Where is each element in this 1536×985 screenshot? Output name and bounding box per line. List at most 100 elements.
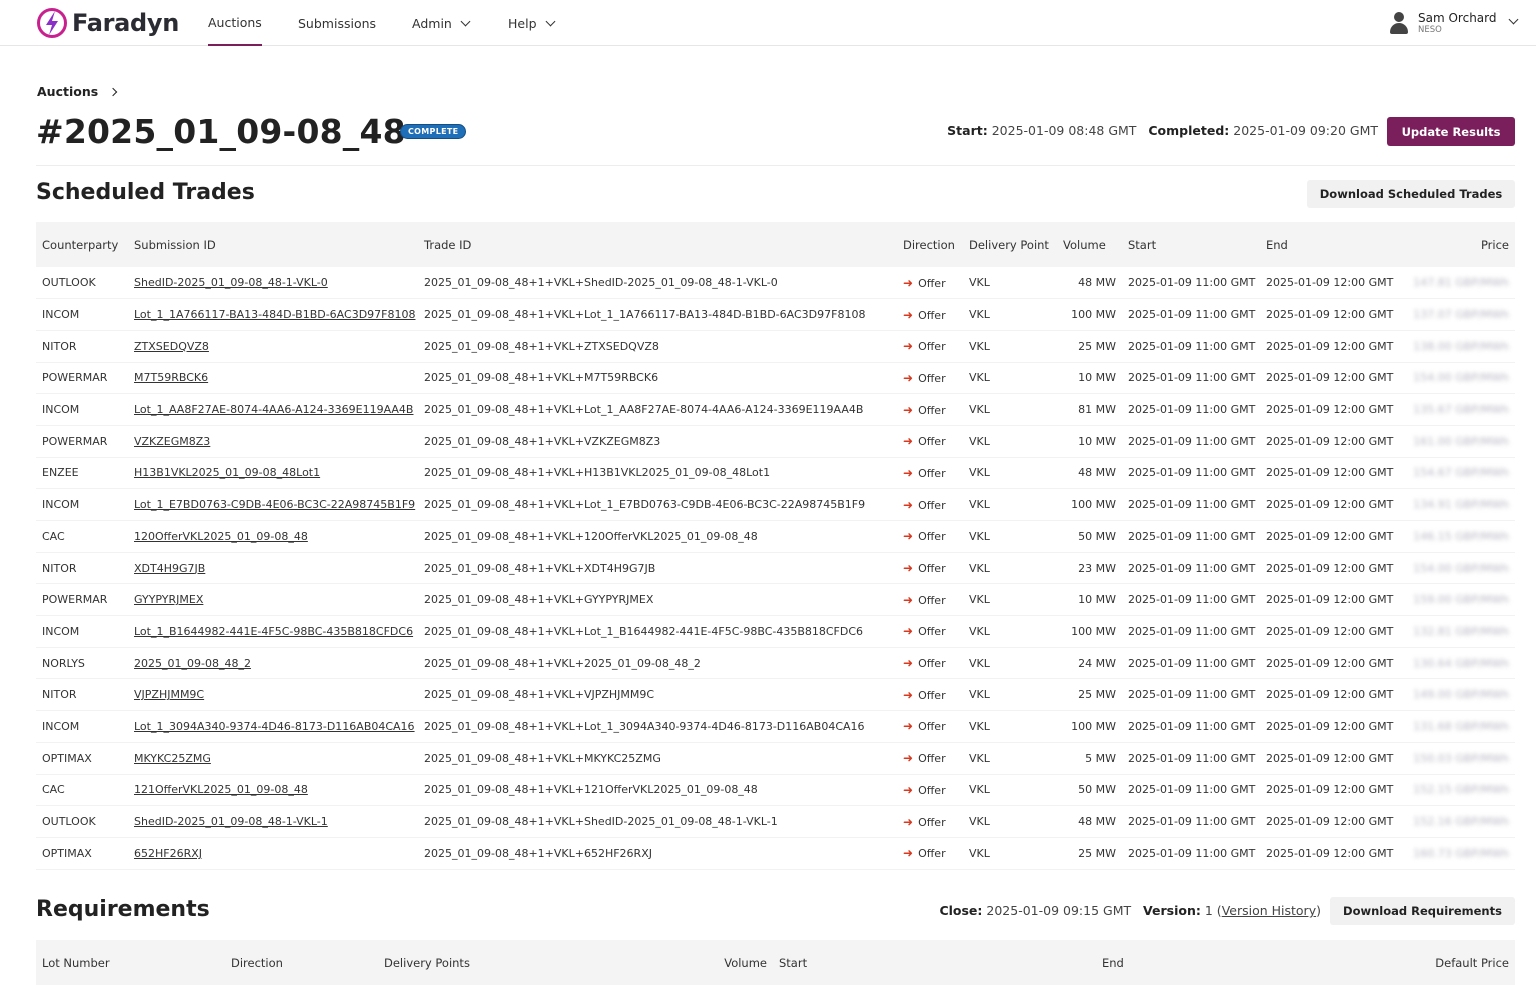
counterparty-cell: CAC — [42, 529, 65, 543]
submission-id-link[interactable]: Lot_1_1A766117-BA13-484D-B1BD-6AC3D97F81… — [134, 308, 415, 321]
nav-help[interactable]: Help — [508, 0, 555, 46]
page-title: #2025_01_09-08_48 — [36, 112, 406, 151]
direction-cell: ➜ Offer — [897, 299, 963, 331]
submission-id-link[interactable]: 652HF26RXJ — [134, 847, 202, 860]
submission-id-link[interactable]: ShedID-2025_01_09-08_48-1-VKL-1 — [134, 815, 328, 828]
submission-id-cell: ZTXSEDQVZ8 — [128, 330, 418, 362]
table-row: INCOM Lot_1_1A766117-BA13-484D-B1BD-6AC3D… — [36, 299, 1515, 331]
trade-id-cell: 2025_01_09-08_48+1+VKL+120OfferVKL2025_0… — [424, 529, 758, 543]
arrow-right-icon: ➜ — [903, 719, 914, 734]
submission-id-link[interactable]: GYYPYRJMEX — [134, 593, 203, 606]
nav-submissions[interactable]: Submissions — [298, 0, 376, 46]
arrow-right-icon: ➜ — [903, 782, 914, 797]
submission-id-link[interactable]: 121OfferVKL2025_01_09-08_48 — [134, 783, 308, 796]
submission-id-link[interactable]: 2025_01_09-08_48_2 — [134, 657, 251, 670]
volume-cell: 48 MW — [1078, 815, 1116, 829]
column-header[interactable]: Delivery Point — [963, 222, 1057, 267]
start-cell: 2025-01-09 11:00 GMT — [1128, 403, 1256, 417]
column-header[interactable]: Start — [1122, 222, 1260, 267]
nav-help-label: Help — [508, 15, 537, 31]
submission-id-link[interactable]: VJPZHJMM9C — [134, 688, 204, 701]
table-row: INCOM Lot_1_E7BD0763-C9DB-4E06-BC3C-22A98… — [36, 489, 1515, 521]
column-header[interactable]: End — [1096, 940, 1386, 985]
nav-auctions[interactable]: Auctions — [208, 0, 262, 46]
column-header[interactable]: End — [1260, 222, 1400, 267]
table-row: OUTLOOK ShedID-2025_01_09-08_48-1-VKL-0 20… — [36, 267, 1515, 299]
column-header[interactable]: Lot Number — [36, 940, 225, 985]
table-row: POWERMAR VZKZEGM8Z3 2025_01_09-08_48+1+VKL… — [36, 425, 1515, 458]
app-logo[interactable]: Faradyn — [36, 7, 179, 39]
price-value: 152.15 GBP/MWh — [1413, 783, 1509, 797]
table-row: INCOM Lot_1_B1644982-441E-4F5C-98BC-435B8… — [36, 616, 1515, 648]
status-badge: COMPLETE — [400, 124, 467, 139]
submission-id-link[interactable]: XDT4H9G7JB — [134, 562, 205, 575]
start-cell: 2025-01-09 11:00 GMT — [1128, 529, 1256, 543]
version-value: 1 — [1204, 903, 1213, 918]
column-header[interactable]: Volume — [1057, 222, 1122, 267]
column-header[interactable]: Delivery Points — [378, 940, 708, 985]
submission-id-link[interactable]: M7T59RBCK6 — [134, 371, 208, 384]
volume-cell: 24 MW — [1078, 656, 1116, 670]
volume-cell: 48 MW — [1078, 276, 1116, 290]
submission-id-cell: Lot_1_B1644982-441E-4F5C-98BC-435B818CFD… — [128, 616, 418, 648]
price-cell: 159.00 GBP/MWh — [1400, 584, 1515, 616]
column-header[interactable]: Price — [1400, 222, 1515, 267]
column-header[interactable]: Counterparty — [36, 222, 128, 267]
price-value: 146.15 GBP/MWh — [1413, 529, 1509, 543]
nav-admin[interactable]: Admin — [412, 0, 471, 46]
direction-cell: ➜ Offer — [897, 616, 963, 648]
end-cell: 2025-01-09 12:00 GMT — [1266, 434, 1394, 448]
price-value: 159.00 GBP/MWh — [1413, 593, 1509, 607]
direction-cell: ➜ Offer — [897, 489, 963, 521]
arrow-right-icon: ➜ — [903, 592, 914, 607]
arrow-right-icon: ➜ — [903, 497, 914, 512]
submission-id-link[interactable]: Lot_1_B1644982-441E-4F5C-98BC-435B818CFD… — [134, 625, 413, 638]
submission-id-link[interactable]: 120OfferVKL2025_01_09-08_48 — [134, 530, 308, 543]
delivery-point-cell: VKL — [969, 624, 990, 638]
download-requirements-button[interactable]: Download Requirements — [1330, 897, 1515, 925]
submission-id-link[interactable]: VZKZEGM8Z3 — [134, 435, 210, 448]
counterparty-cell: INCOM — [42, 719, 80, 733]
trade-id-cell: 2025_01_09-08_48+1+VKL+ZTXSEDQVZ8 — [424, 339, 659, 353]
nav-submissions-label: Submissions — [298, 15, 377, 31]
download-scheduled-trades-button[interactable]: Download Scheduled Trades — [1307, 180, 1515, 208]
scheduled-trades-title: Scheduled Trades — [36, 180, 255, 205]
direction-label: Offer — [918, 720, 946, 734]
column-header[interactable]: Volume — [708, 940, 773, 985]
trade-id-cell: 2025_01_09-08_48+1+VKL+M7T59RBCK6 — [424, 371, 659, 385]
column-header[interactable]: Direction — [897, 222, 963, 267]
arrow-right-icon: ➜ — [903, 434, 914, 449]
column-header[interactable]: Trade ID — [418, 222, 897, 267]
submission-id-link[interactable]: Lot_1_AA8F27AE-8074-4AA6-A124-3369E119AA… — [134, 403, 413, 416]
start-cell: 2025-01-09 11:00 GMT — [1128, 308, 1256, 322]
column-header[interactable]: Direction — [225, 940, 378, 985]
volume-cell: 100 MW — [1071, 624, 1116, 638]
table-row: POWERMAR GYYPYRJMEX 2025_01_09-08_48+1+VKL… — [36, 584, 1515, 616]
direction-cell: ➜ Offer — [897, 679, 963, 711]
breadcrumb-auctions-link[interactable]: Auctions — [37, 84, 98, 99]
direction-label: Offer — [918, 815, 946, 829]
start-cell: 2025-01-09 11:00 GMT — [1128, 688, 1256, 702]
submission-id-link[interactable]: ZTXSEDQVZ8 — [134, 340, 209, 353]
price-cell: 150.03 GBP/MWh — [1400, 742, 1515, 774]
column-header[interactable]: Submission ID — [128, 222, 418, 267]
delivery-point-cell: VKL — [969, 434, 990, 448]
column-header[interactable]: Default Price — [1386, 940, 1515, 985]
submission-id-link[interactable]: MKYKC25ZMG — [134, 752, 211, 765]
submission-id-link[interactable]: ShedID-2025_01_09-08_48-1-VKL-0 — [134, 276, 328, 289]
submission-id-link[interactable]: Lot_1_E7BD0763-C9DB-4E06-BC3C-22A98745B1… — [134, 498, 415, 511]
volume-cell: 25 MW — [1078, 339, 1116, 353]
update-results-button[interactable]: Update Results — [1387, 117, 1515, 146]
counterparty-cell: INCOM — [42, 308, 80, 322]
submission-id-link[interactable]: H13B1VKL2025_01_09-08_48Lot1 — [134, 466, 320, 479]
version-history-link[interactable]: Version History — [1222, 903, 1316, 918]
trade-id-cell: 2025_01_09-08_48+1+VKL+121OfferVKL2025_0… — [424, 783, 758, 797]
column-header[interactable]: Start — [773, 940, 1096, 985]
counterparty-cell: INCOM — [42, 498, 80, 512]
end-cell: 2025-01-09 12:00 GMT — [1266, 783, 1394, 797]
delivery-point-cell: VKL — [969, 466, 990, 480]
price-cell: 152.16 GBP/MWh — [1400, 806, 1515, 838]
submission-id-link[interactable]: Lot_1_3094A340-9374-4D46-8173-D116AB04CA… — [134, 720, 415, 733]
price-value: 154.67 GBP/MWh — [1413, 466, 1509, 480]
user-menu[interactable]: Sam Orchard NESO — [1390, 8, 1519, 38]
